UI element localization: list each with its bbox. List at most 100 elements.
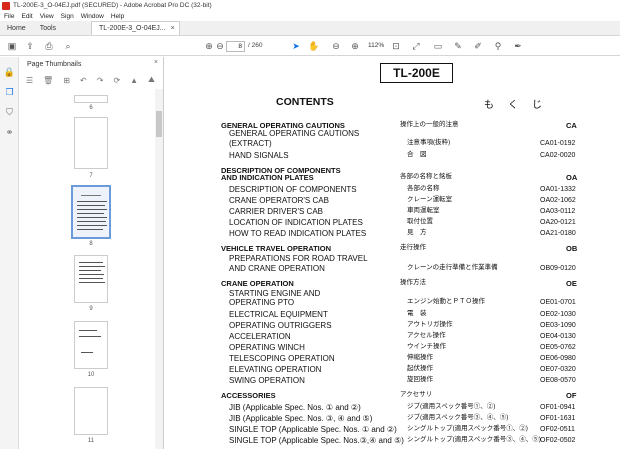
toc-entry-title: HAND SIGNALS <box>229 151 289 160</box>
thumbnail-page-11[interactable] <box>74 387 108 435</box>
contents-heading: CONTENTS <box>276 96 334 108</box>
tab-tools[interactable]: Tools <box>33 21 63 35</box>
upload-icon[interactable]: ⇪ <box>24 40 36 52</box>
image-icon[interactable]: ⛰ <box>148 75 155 85</box>
tab-home[interactable]: Home <box>0 21 33 35</box>
thumbnail-page-7[interactable] <box>74 117 108 169</box>
toc-section-title: ACCESSORIES <box>221 391 276 400</box>
left-navigation-rail: 🔒 ❐ ⛉ ⚭ <box>0 57 19 449</box>
zoom-level[interactable]: 112% <box>368 42 384 49</box>
thumbnail-page-10[interactable] <box>74 321 108 369</box>
toc-entry-japanese: ジブ(適用スペック番号①、②) <box>407 403 496 410</box>
delete-page-icon[interactable]: 🗑 <box>43 76 53 85</box>
page-total: / 260 <box>248 42 263 49</box>
draw-icon[interactable]: ✐ <box>472 40 484 52</box>
toc-entry-code: OA03-0112 <box>540 208 576 215</box>
toc-entry-japanese: 車両運転室 <box>407 207 440 214</box>
page-thumbnails-icon[interactable]: ❐ <box>4 87 15 98</box>
stamp-icon[interactable]: ⚲ <box>492 40 504 52</box>
hand-tool-icon[interactable]: ✋ <box>308 40 320 52</box>
toc-entry-code: OF02-0511 <box>540 426 575 433</box>
toc-entry-japanese: 旋回操作 <box>407 376 433 383</box>
attachment-icon[interactable]: ⚭ <box>4 127 15 138</box>
toc-entry-title: ELEVATING OPERATION <box>229 365 322 374</box>
contents-heading-jp: もくじ <box>484 100 556 111</box>
toc-entry-title: GENERAL OPERATING CAUTIONS <box>229 129 360 138</box>
thumbnails-panel: Page Thumbnails × ☰ 🗑 ⊞ ↶ ↷ ⟳ ▲ ⛰ 6 7 8 … <box>19 57 164 449</box>
toc-entry-japanese: 走行操作 <box>400 244 426 251</box>
toc-entry-code: OA <box>566 173 578 182</box>
toc-entry-japanese: 見 方 <box>407 229 427 236</box>
options-menu-icon[interactable]: ☰ <box>26 76 33 85</box>
toc-entry-code: OE06-0980 <box>540 355 576 362</box>
menu-file[interactable]: File <box>4 13 14 20</box>
thumbnail-page-6[interactable] <box>74 95 108 103</box>
menu-edit[interactable]: Edit <box>21 13 32 20</box>
sign-icon[interactable]: ✒ <box>512 40 524 52</box>
scrollbar-thumb[interactable] <box>156 111 162 137</box>
toc-entry-title: ELECTRICAL EQUIPMENT <box>229 310 328 319</box>
page-number-input[interactable]: 8 <box>226 41 245 52</box>
toc-entry-japanese: 操作方法 <box>400 279 426 286</box>
comment-icon[interactable]: ▭ <box>432 40 444 52</box>
select-cursor-icon[interactable]: ➤ <box>290 40 302 52</box>
bookmark-icon[interactable]: ⛉ <box>4 107 15 118</box>
toc-entry-japanese: 各部の名称と銘板 <box>400 173 452 180</box>
toc-entry-code: CA01-0192 <box>540 140 576 147</box>
tab-document[interactable]: TL-200E-3_O-04EJ... × <box>91 21 180 35</box>
lock-icon[interactable]: 🔒 <box>4 67 15 78</box>
toc-entry-title: (EXTRACT) <box>229 139 272 148</box>
thumbnail-label-10: 10 <box>87 372 95 378</box>
toc-entry-code: OE08-0570 <box>540 377 576 384</box>
print-icon[interactable]: ⎙ <box>43 40 55 52</box>
toc-entry-code: OE03-1090 <box>540 322 576 329</box>
extract-icon[interactable]: ▲ <box>130 76 138 85</box>
toc-entry-code: CA <box>566 121 577 130</box>
menu-sign[interactable]: Sign <box>61 13 74 20</box>
zoom-out-icon[interactable]: ⊖ <box>330 40 342 52</box>
toc-entry-title: HOW TO READ INDICATION PLATES <box>229 229 367 238</box>
thumbnail-label-6: 6 <box>89 105 93 111</box>
zoom-in-icon[interactable]: ⊕ <box>349 40 361 52</box>
toc-entry-title: CARRIER DRIVER'S CAB <box>229 207 323 216</box>
redo-icon[interactable]: ↷ <box>97 76 104 85</box>
thumbnails-scrollbar[interactable] <box>155 89 163 449</box>
thumbnails-toolbar: ☰ 🗑 ⊞ ↶ ↷ ⟳ ▲ ⛰ <box>19 73 164 87</box>
thumbnail-page-9[interactable] <box>74 255 108 303</box>
toc-entry-title: PREPARATIONS FOR ROAD TRAVEL <box>229 254 368 263</box>
tab-close-icon[interactable]: × <box>171 25 175 32</box>
toc-entry-code: OE02-1030 <box>540 311 576 318</box>
toc-entry-japanese: ウインチ操作 <box>407 343 446 350</box>
toc-entry-title: DESCRIPTION OF COMPONENTS <box>229 185 357 194</box>
toc-entry-code: OA02-1062 <box>540 197 576 204</box>
thumbnail-page-8[interactable] <box>71 185 111 239</box>
rotate-icon[interactable]: ⟳ <box>113 76 120 85</box>
close-panel-icon[interactable]: × <box>154 59 158 66</box>
toc-entry-code: CA02-0020 <box>540 152 576 159</box>
toc-entry-code: OE04-0130 <box>540 333 576 340</box>
highlight-pen-icon[interactable]: ✎ <box>452 40 464 52</box>
undo-icon[interactable]: ↶ <box>80 76 87 85</box>
thumbnails-title: Page Thumbnails <box>27 60 82 68</box>
menu-view[interactable]: View <box>40 13 54 20</box>
menu-window[interactable]: Window <box>81 13 104 20</box>
main-toolbar: ▣ ⇪ ⎙ ⌕ ⊕ ⊖ 8 / 260 ➤ ✋ ⊖ ⊕ 112% ⊡ ⤢ ▭ ✎… <box>0 36 620 56</box>
thumbnail-label-8: 8 <box>89 241 93 247</box>
search-icon[interactable]: ⌕ <box>62 40 74 52</box>
insert-page-icon[interactable]: ⊞ <box>63 76 70 85</box>
menu-bar: File Edit View Sign Window Help <box>0 11 620 21</box>
toc-entry-japanese: 伸縮操作 <box>407 354 433 361</box>
toc-entry-code: OB <box>566 244 578 253</box>
toc-entry-title: AND CRANE OPERATION <box>229 264 325 273</box>
toc-entry-japanese: エンジン始動とＰＴＯ操作 <box>407 298 485 305</box>
save-icon[interactable]: ▣ <box>6 40 18 52</box>
toc-entry-code: OA21-0180 <box>540 230 576 237</box>
fit-page-icon[interactable]: ⤢ <box>410 40 422 52</box>
toc-entry-code: OA20-0121 <box>540 219 576 226</box>
toc-entry-japanese: 操作上の一般的注意 <box>400 121 459 128</box>
toc-entry-japanese: シングルトップ(適用スペック番号③、④、⑤) <box>407 436 541 443</box>
marquee-zoom-icon[interactable]: ⊡ <box>390 40 402 52</box>
menu-help[interactable]: Help <box>111 13 124 20</box>
toc-entry-japanese: 注意事項(抜粋) <box>407 139 451 146</box>
page-down-icon[interactable]: ⊖ <box>214 40 226 52</box>
